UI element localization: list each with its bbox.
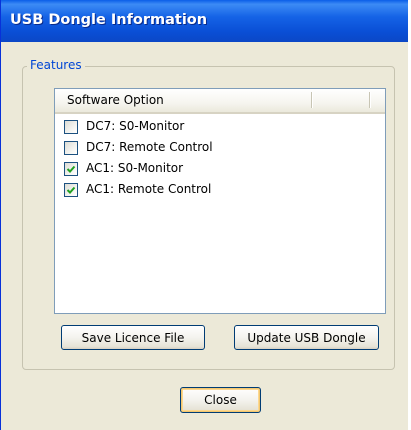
option-checkbox[interactable]	[64, 162, 78, 176]
list-item[interactable]: DC7: S0-Monitor	[64, 119, 364, 139]
option-label: AC1: S0-Monitor	[86, 161, 184, 175]
list-item[interactable]: AC1: S0-Monitor	[64, 161, 364, 181]
list-item[interactable]: AC1: Remote Control	[64, 182, 364, 202]
option-label: DC7: Remote Control	[86, 140, 213, 154]
features-legend: Features	[27, 58, 85, 72]
option-checkbox[interactable]	[64, 141, 78, 155]
column-separator[interactable]	[369, 92, 371, 108]
option-label: DC7: S0-Monitor	[86, 119, 185, 133]
check-mark-icon	[66, 186, 76, 194]
list-item[interactable]: DC7: Remote Control	[64, 140, 364, 160]
window-title: USB Dongle Information	[10, 12, 208, 28]
close-button[interactable]: Close	[180, 387, 261, 413]
option-checkbox[interactable]	[64, 120, 78, 134]
list-header: Software Option	[55, 89, 385, 114]
update-usb-dongle-button[interactable]: Update USB Dongle	[234, 325, 379, 350]
title-bar[interactable]: USB Dongle Information	[1, 0, 408, 42]
column-separator[interactable]	[311, 92, 313, 108]
save-licence-file-button[interactable]: Save Licence File	[61, 325, 205, 350]
software-option-list[interactable]: Software Option DC7: S0-Monitor DC7: Rem…	[54, 88, 386, 314]
option-checkbox[interactable]	[64, 183, 78, 197]
column-header-software-option[interactable]: Software Option	[67, 93, 164, 107]
option-label: AC1: Remote Control	[86, 182, 212, 196]
check-mark-icon	[66, 165, 76, 173]
dialog-window: USB Dongle Information Features Software…	[0, 0, 408, 430]
